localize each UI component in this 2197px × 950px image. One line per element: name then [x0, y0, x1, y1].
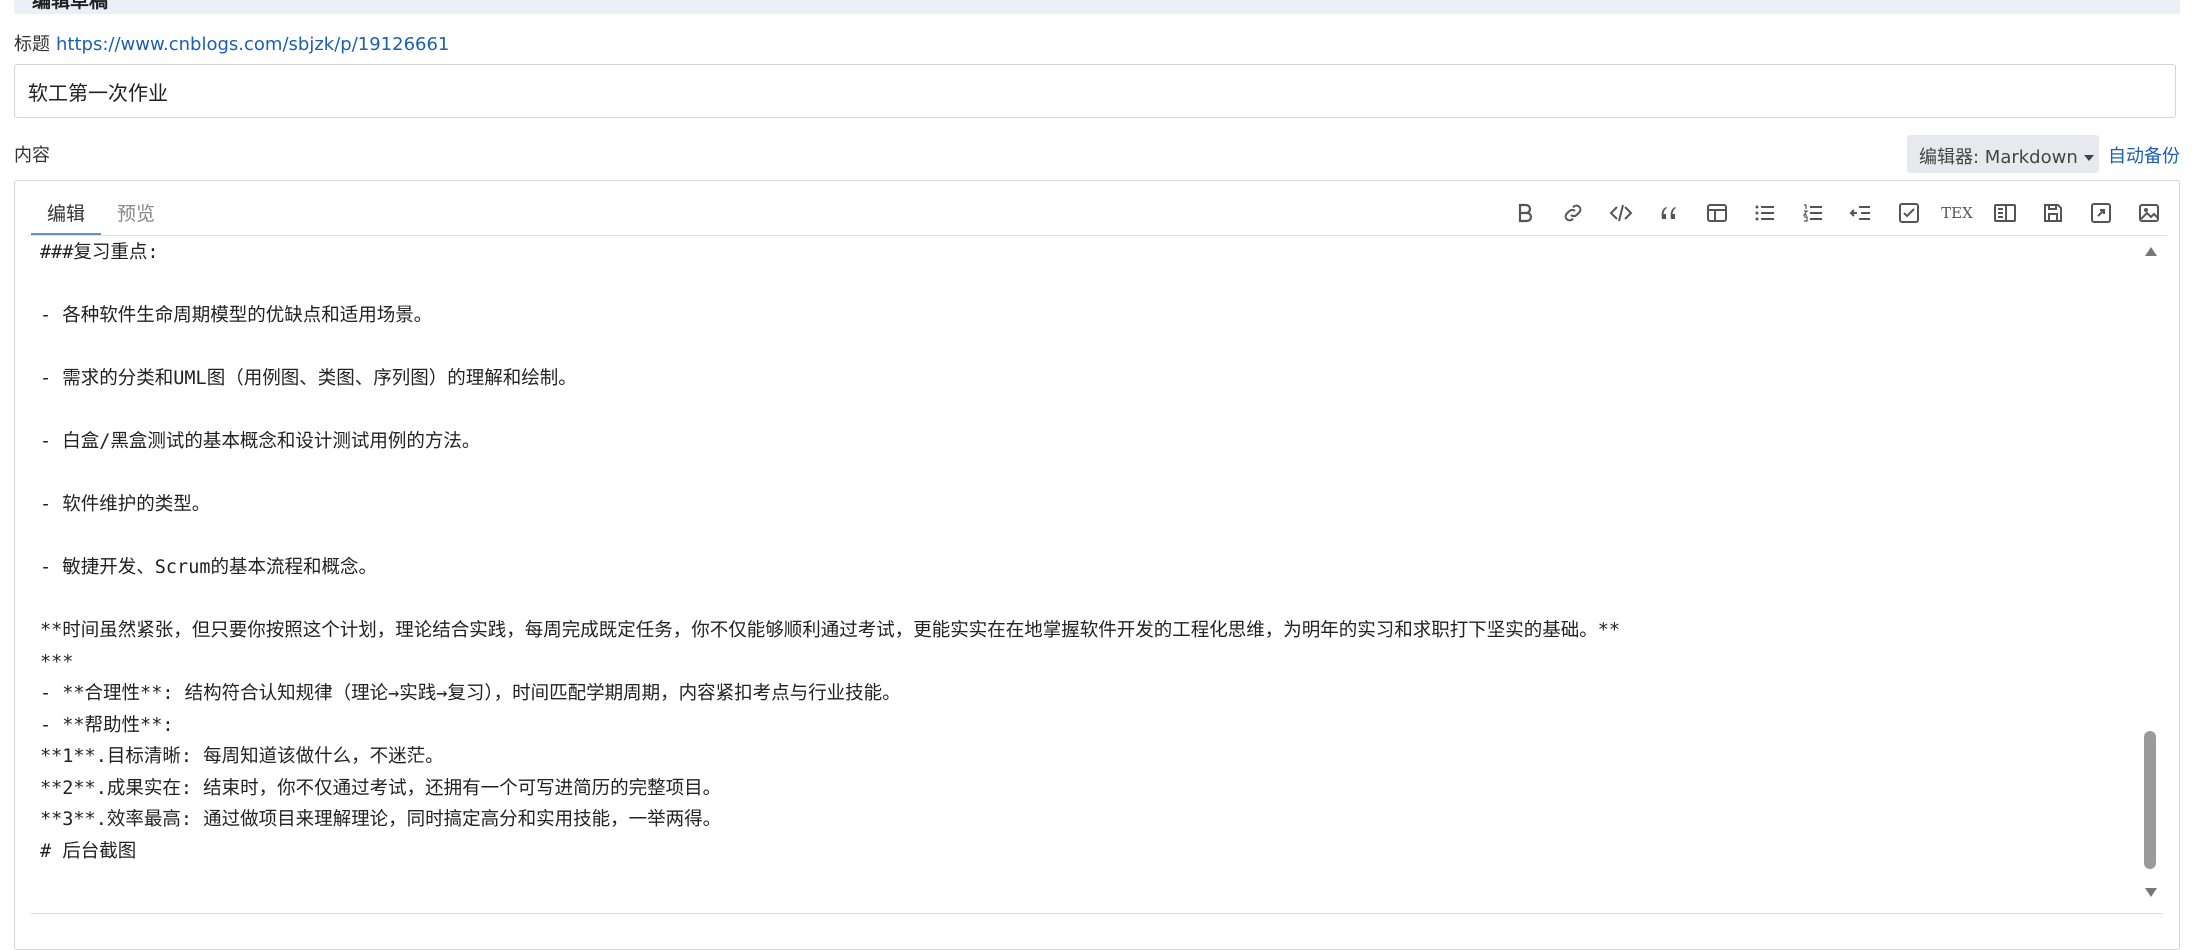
title-label-row: 标题 https://www.cnblogs.com/sbjzk/p/191266…	[14, 30, 449, 56]
code-line: - **帮助性**:	[40, 714, 174, 736]
code-line: - **合理性**: 结构符合认知规律（理论→实践→复习），时间匹配学期周期，内…	[40, 683, 901, 704]
caret-down-icon	[2083, 155, 2094, 161]
post-link[interactable]: https://www.cnblogs.com/sbjzk/p/19126661	[56, 34, 449, 55]
checkbox-icon[interactable]	[1893, 197, 1925, 229]
editor-footer-divider	[31, 913, 2163, 914]
quote-icon[interactable]	[1653, 197, 1685, 229]
content-label: 内容	[14, 145, 50, 166]
code-line: ***	[40, 651, 74, 673]
vertical-scrollbar[interactable]	[2139, 247, 2163, 897]
code-line: # 后台截图	[40, 840, 137, 862]
editor-select[interactable]: 编辑器: Markdown	[1907, 135, 2099, 173]
title-input[interactable]	[14, 64, 2176, 118]
markdown-editor: 编辑 预览 TEX ###复习重点: - 各种软件生命周期模型的优缺点和适用场景…	[14, 180, 2180, 950]
scroll-up-arrow-icon[interactable]	[2145, 247, 2157, 256]
tab-divider	[27, 235, 2167, 236]
bold-icon[interactable]	[1509, 197, 1541, 229]
code-icon[interactable]	[1605, 197, 1637, 229]
side-by-side-icon[interactable]	[1989, 197, 2021, 229]
page-header-banner: 编辑草稿	[14, 0, 2180, 14]
code-line: ###复习重点:	[40, 242, 159, 263]
title-label: 标题	[14, 34, 50, 55]
code-line: - 白盒/黑盒测试的基本概念和设计测试用例的方法。	[40, 431, 481, 452]
editor-toolbar: TEX	[1509, 197, 2165, 229]
fullscreen-icon[interactable]	[2085, 197, 2117, 229]
code-line: **3**.效率最高: 通过做项目来理解理论，同时搞定高分和实用技能，一举两得。	[40, 809, 722, 830]
page-header-title: 编辑草稿	[32, 0, 109, 12]
scroll-down-arrow-icon[interactable]	[2145, 888, 2157, 897]
tab-preview[interactable]: 预览	[101, 181, 171, 235]
editor-tabs: 编辑 预览	[31, 181, 171, 235]
save-icon[interactable]	[2037, 197, 2069, 229]
indent-icon[interactable]	[1845, 197, 1877, 229]
code-line: - 软件维护的类型。	[40, 494, 211, 515]
numbered-list-icon[interactable]	[1797, 197, 1829, 229]
code-line: **2**.成果实在: 结束时，你不仅通过考试，还拥有一个可写进简历的完整项目。	[40, 777, 722, 799]
scroll-thumb[interactable]	[2144, 731, 2156, 869]
markdown-textarea[interactable]: ###复习重点: - 各种软件生命周期模型的优缺点和适用场景。 - 需求的分类和…	[40, 237, 2130, 897]
code-line: **时间虽然紧张，但只要你按照这个计划，理论结合实践，每周完成既定任务，你不仅能…	[40, 620, 1621, 641]
autosave-link[interactable]: 自动备份	[2108, 142, 2180, 168]
code-line: **1**.目标清晰: 每周知道该做什么，不迷茫。	[40, 746, 444, 767]
tex-label: TEX	[1941, 204, 1973, 222]
code-line: - 敏捷开发、Scrum的基本流程和概念。	[40, 557, 377, 578]
bullet-list-icon[interactable]	[1749, 197, 1781, 229]
link-icon[interactable]	[1557, 197, 1589, 229]
image-icon[interactable]	[2133, 197, 2165, 229]
editor-select-label: 编辑器: Markdown	[1919, 147, 2078, 168]
tex-icon[interactable]: TEX	[1941, 197, 1973, 229]
table-icon[interactable]	[1701, 197, 1733, 229]
code-line: - 需求的分类和UML图（用例图、类图、序列图）的理解和绘制。	[40, 368, 577, 389]
tab-edit[interactable]: 编辑	[31, 181, 102, 235]
code-line: - 各种软件生命周期模型的优缺点和适用场景。	[40, 305, 433, 326]
